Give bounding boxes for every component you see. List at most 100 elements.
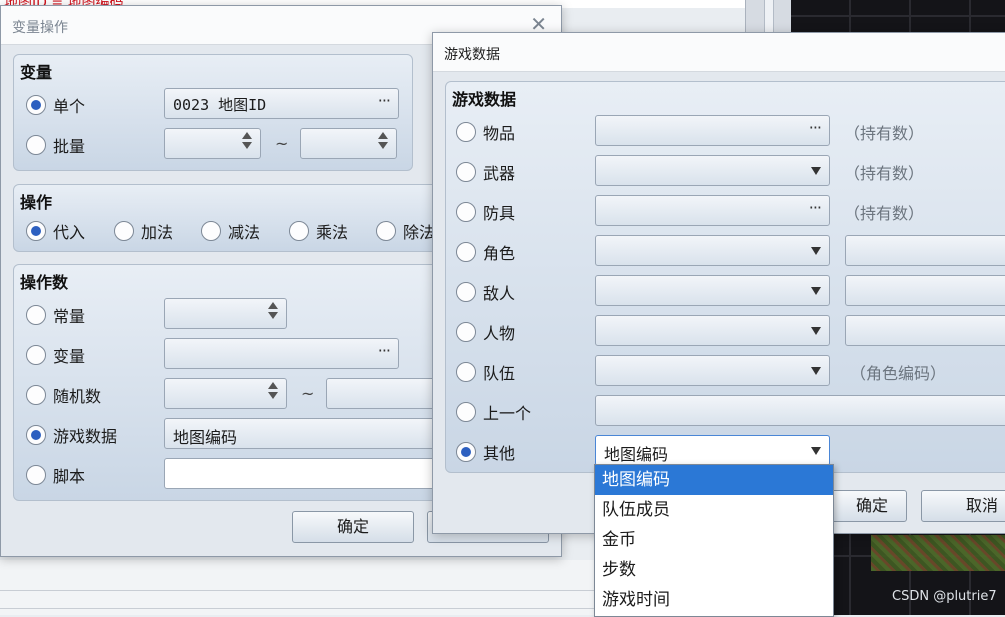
ok-button[interactable]: 确定 [292, 511, 414, 543]
radio-actor-label: 角色 [483, 244, 516, 263]
batch-start-stepper[interactable] [164, 128, 261, 159]
spinner-icon[interactable] [242, 132, 252, 149]
random-min-stepper[interactable] [164, 378, 287, 409]
constant-stepper[interactable] [164, 298, 287, 329]
radio-dot-icon [26, 465, 46, 485]
radio-armor-label: 防具 [483, 204, 516, 223]
radio-dot-icon [201, 221, 221, 241]
ellipsis-icon: ··· [808, 118, 822, 137]
spinner-icon[interactable] [268, 302, 278, 319]
radio-script[interactable]: 脚本 [26, 463, 85, 487]
dropdown-option-play-time[interactable]: 游戏时间 [595, 585, 833, 615]
single-variable-selector[interactable]: 0023 地图ID ··· [164, 88, 399, 119]
random-max-stepper[interactable] [326, 378, 449, 409]
dropdown-option-map-id[interactable]: 地图编码 [595, 465, 833, 495]
radio-game-data[interactable]: 游戏数据 [26, 423, 117, 447]
enemy-param-dropdown[interactable] [845, 275, 1005, 306]
party-note: （角色编码） [850, 364, 947, 383]
radio-enemy[interactable]: 敌人 [456, 280, 515, 304]
game-data-value: 地图编码 [173, 428, 238, 447]
operand-group-label: 操作数 [20, 273, 69, 292]
other-dropdown-value: 地图编码 [604, 445, 669, 464]
game-data-selector[interactable]: 地图编码 [164, 418, 454, 449]
ellipsis-icon: ··· [377, 341, 391, 360]
other-dropdown-list: 地图编码 队伍成员 金币 步数 游戏时间 [594, 464, 834, 617]
radio-single[interactable]: 单个 [26, 93, 85, 117]
radio-single-label: 单个 [53, 97, 86, 116]
other-dropdown[interactable]: 地图编码 [595, 435, 830, 466]
radio-other-label: 其他 [483, 444, 516, 463]
radio-dot-icon [456, 322, 476, 342]
character-dropdown[interactable] [595, 315, 830, 346]
radio-armor[interactable]: 防具 [456, 200, 515, 224]
radio-dot-icon [456, 122, 476, 142]
radio-script-label: 脚本 [53, 467, 86, 486]
radio-other[interactable]: 其他 [456, 440, 515, 464]
radio-dot-icon [26, 95, 46, 115]
weapon-count-note: （持有数） [844, 164, 925, 183]
radio-dot-icon [289, 221, 309, 241]
radio-last[interactable]: 上一个 [456, 400, 531, 424]
radio-dot-icon [376, 221, 396, 241]
radio-op-label: 加法 [141, 223, 174, 242]
radio-batch-label: 批量 [53, 137, 86, 156]
radio-weapon[interactable]: 武器 [456, 160, 515, 184]
actor-dropdown[interactable] [595, 235, 830, 266]
armor-count-note: （持有数） [844, 204, 925, 223]
party-dropdown[interactable] [595, 355, 830, 386]
radio-dot-icon [456, 362, 476, 382]
enemy-dropdown[interactable] [595, 275, 830, 306]
game-dialog-title: 游戏数据 [444, 47, 500, 63]
ellipsis-icon: ··· [808, 198, 822, 217]
radio-dot-icon [456, 282, 476, 302]
radio-op-div[interactable]: 除法 [376, 219, 435, 243]
chevron-down-icon [811, 366, 821, 375]
radio-weapon-label: 武器 [483, 164, 516, 183]
close-icon[interactable]: ✕ [530, 14, 547, 34]
last-dropdown[interactable] [595, 395, 1005, 426]
spinner-icon[interactable] [268, 382, 278, 399]
script-input[interactable] [164, 458, 454, 489]
game-data-dialog: 游戏数据 游戏数据 物品 ··· （持有数） 武器 （持有数） 防具 ··· （… [432, 32, 1005, 534]
radio-character[interactable]: 人物 [456, 320, 515, 344]
radio-op-mul[interactable]: 乘法 [289, 219, 348, 243]
radio-party[interactable]: 队伍 [456, 360, 515, 384]
radio-dot-icon [26, 221, 46, 241]
item-selector[interactable]: ··· [595, 115, 830, 146]
character-param-dropdown[interactable] [845, 315, 1005, 346]
chevron-down-icon [811, 326, 821, 335]
radio-batch[interactable]: 批量 [26, 133, 85, 157]
radio-dot-icon [26, 425, 46, 445]
radio-random[interactable]: 随机数 [26, 383, 101, 407]
dropdown-option-party-members[interactable]: 队伍成员 [595, 495, 833, 525]
variable-group: 变量 单个 0023 地图ID ··· 批量 ~ [13, 54, 413, 171]
chevron-down-icon [811, 446, 821, 455]
radio-variable[interactable]: 变量 [26, 343, 85, 367]
radio-random-label: 随机数 [53, 387, 102, 406]
radio-dot-icon [456, 242, 476, 262]
armor-selector[interactable]: ··· [595, 195, 830, 226]
radio-constant[interactable]: 常量 [26, 303, 85, 327]
batch-end-stepper[interactable] [300, 128, 397, 159]
random-range-tilde: ~ [301, 384, 315, 403]
radio-actor[interactable]: 角色 [456, 240, 515, 264]
dropdown-option-steps[interactable]: 步数 [595, 555, 833, 585]
operation-group-label: 操作 [20, 193, 53, 212]
dropdown-option-gold[interactable]: 金币 [595, 525, 833, 555]
chevron-down-icon [811, 246, 821, 255]
radio-op-label: 除法 [403, 223, 436, 242]
radio-dot-icon [456, 162, 476, 182]
weapon-dropdown[interactable] [595, 155, 830, 186]
game-dialog-titlebar: 游戏数据 [433, 33, 1005, 72]
radio-dot-icon [26, 135, 46, 155]
radio-item[interactable]: 物品 [456, 120, 515, 144]
game-cancel-button[interactable]: 取消 [921, 490, 1005, 522]
radio-op-label: 代入 [53, 223, 86, 242]
radio-op-add[interactable]: 加法 [114, 219, 173, 243]
spinner-icon[interactable] [378, 132, 388, 149]
radio-item-label: 物品 [483, 124, 516, 143]
radio-op-assign[interactable]: 代入 [26, 219, 85, 243]
operand-variable-selector[interactable]: ··· [164, 338, 399, 369]
radio-op-sub[interactable]: 减法 [201, 219, 260, 243]
actor-param-dropdown[interactable] [845, 235, 1005, 266]
